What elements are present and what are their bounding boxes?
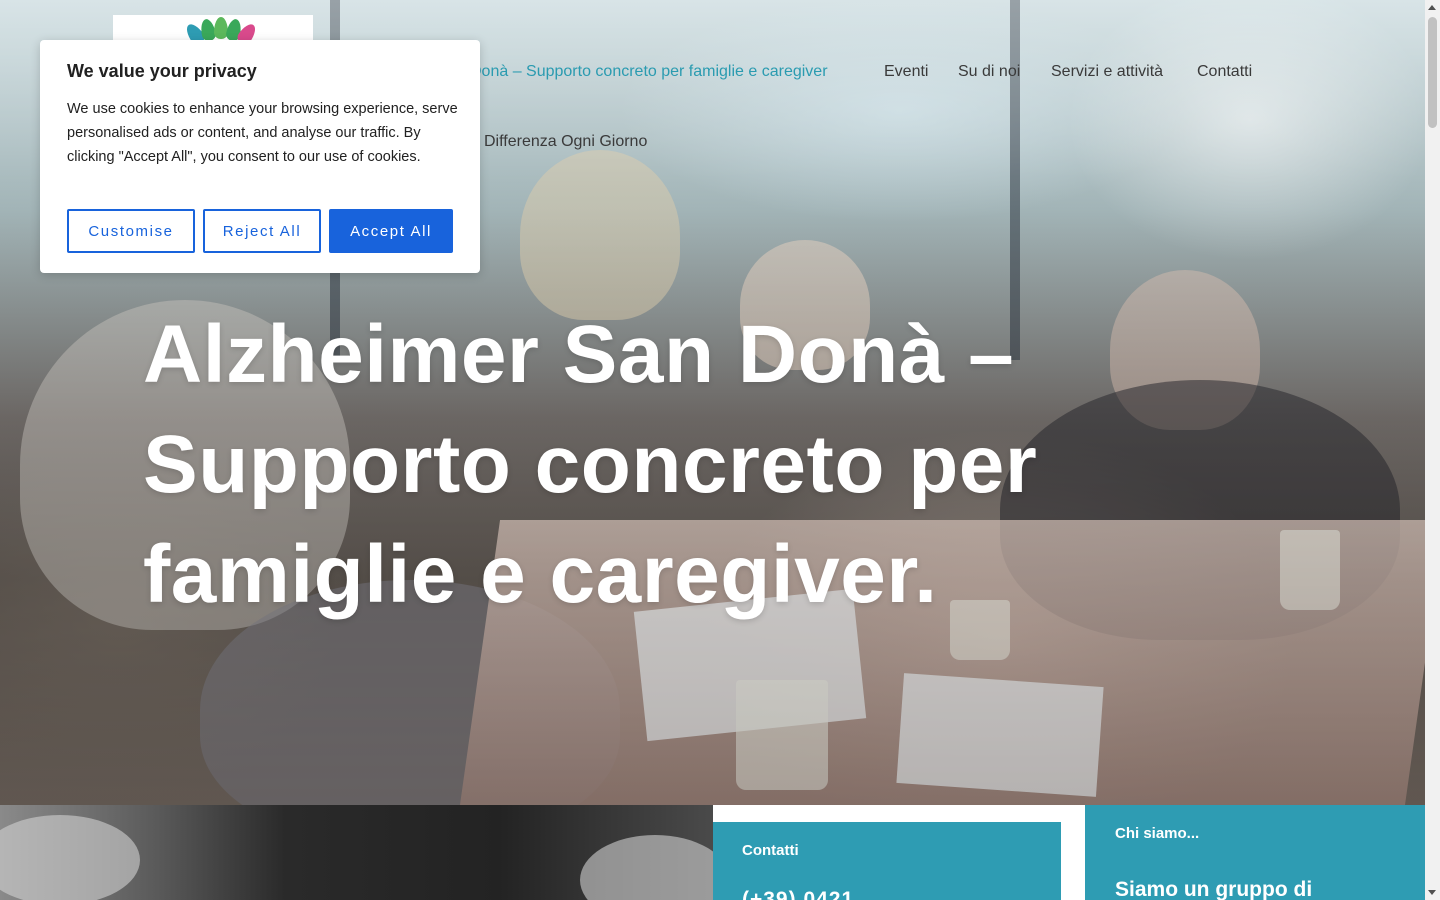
nav-item-eventi[interactable]: Eventi: [884, 61, 928, 83]
photo-detail: [580, 835, 713, 900]
contatti-card-title: Contatti: [742, 842, 799, 859]
scroll-up-arrow-icon[interactable]: [1428, 5, 1436, 10]
person-head: [1110, 270, 1260, 430]
person-head: [520, 150, 680, 320]
scroll-down-arrow-icon[interactable]: [1428, 890, 1436, 895]
hero-title: Alzheimer San Donà – Supporto concreto p…: [143, 309, 1038, 620]
chi-siamo-card: Chi siamo... Siamo un gruppo di: [1085, 805, 1425, 900]
cookie-dialog-title: We value your privacy: [67, 61, 257, 81]
cup: [1280, 530, 1340, 610]
nav-item-su-di-noi[interactable]: Su di noi: [958, 61, 1020, 83]
nav-item-contatti[interactable]: Contatti: [1197, 61, 1252, 83]
photo-detail: [0, 815, 140, 900]
scroll-thumb[interactable]: [1428, 17, 1437, 128]
nav-item-home[interactable]: Donà – Supporto concreto per famiglie e …: [470, 61, 828, 83]
nav-item-differenza[interactable]: Differenza Ogni Giorno: [484, 131, 647, 153]
accept-all-button[interactable]: Accept All: [329, 209, 453, 253]
cookie-dialog-text: We use cookies to enhance your browsing …: [67, 101, 458, 165]
bottom-photo: [0, 805, 713, 900]
contatti-card-phone[interactable]: (+39) 0421 ...: [742, 888, 882, 900]
cup: [736, 680, 828, 790]
paper-sheet: [896, 673, 1104, 797]
contatti-card: Contatti (+39) 0421 ...: [713, 822, 1061, 900]
reject-all-button[interactable]: Reject All: [203, 209, 321, 253]
customise-button[interactable]: Customise: [67, 209, 195, 253]
cookie-consent-dialog: We value your privacy We use cookies to …: [40, 40, 480, 273]
chi-siamo-card-title: Chi siamo...: [1115, 825, 1200, 842]
nav-item-servizi[interactable]: Servizi e attività: [1051, 61, 1163, 83]
vertical-scrollbar[interactable]: [1425, 0, 1440, 900]
chi-siamo-card-heading: Siamo un gruppo di: [1115, 878, 1313, 900]
